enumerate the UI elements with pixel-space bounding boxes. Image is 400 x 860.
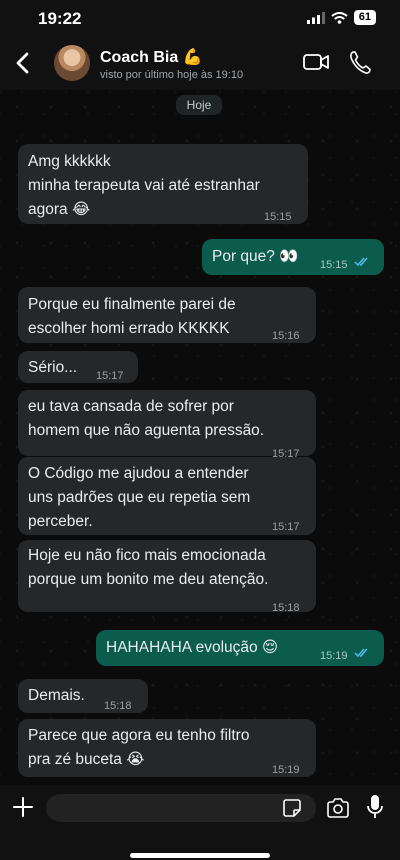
status-icons: 61	[306, 10, 376, 25]
message-timestamp: 15:15	[320, 259, 348, 271]
avatar[interactable]	[54, 45, 90, 81]
incoming-message-bubble[interactable]: eu tava cansada de sofrer por homem que n…	[18, 390, 316, 460]
camera-icon[interactable]	[326, 797, 350, 819]
read-receipt-icon	[354, 648, 368, 658]
message-text: homem que não aguenta pressão.	[28, 422, 265, 439]
battery-indicator: 61	[353, 10, 376, 25]
message-text: Por que? 👀	[212, 248, 299, 265]
message-text: Demais.	[28, 687, 85, 704]
message-timestamp: 15:17	[96, 370, 124, 382]
contact-name[interactable]: Coach Bia 💪	[100, 47, 203, 67]
back-chevron-icon[interactable]	[10, 48, 38, 78]
message-text: eu tava cansada de sofrer por	[28, 398, 234, 415]
read-receipt-icon	[354, 257, 368, 267]
message-text: Amg kkkkkk	[28, 153, 111, 170]
incoming-message-bubble[interactable]: Sério... 15:17	[18, 351, 138, 383]
video-call-icon[interactable]	[302, 50, 330, 74]
status-time: 19:22	[38, 9, 82, 28]
plus-icon[interactable]	[12, 796, 34, 818]
incoming-message-bubble[interactable]: Amg kkkkkk minha terapeuta vai até estran…	[18, 144, 308, 224]
incoming-message-bubble[interactable]: Parece que agora eu tenho filtro pra zé b…	[18, 719, 316, 777]
home-indicator	[130, 853, 270, 858]
incoming-message-bubble[interactable]: Hoje eu não fico mais emocionada porque u…	[18, 540, 316, 614]
message-input[interactable]	[46, 794, 316, 822]
message-text: Sério...	[28, 359, 78, 376]
message-timestamp: 15:17	[272, 521, 300, 533]
date-separator: Hoje	[176, 95, 222, 115]
message-timestamp: 15:19	[320, 650, 348, 662]
chat-header: Coach Bia 💪 visto por último hoje às 19:…	[0, 36, 400, 90]
phone-call-icon[interactable]	[348, 49, 372, 75]
signal-icon	[306, 11, 325, 24]
contact-last-seen: visto por último hoje às 19:10	[100, 69, 244, 81]
message-input-bar	[0, 785, 400, 860]
sticker-icon[interactable]	[282, 798, 302, 818]
message-text: porque um bonito me deu atenção.	[28, 571, 269, 588]
message-text: pra zé buceta 😭	[28, 751, 145, 768]
incoming-message-bubble[interactable]: Porque eu finalmente parei de escolher ho…	[18, 287, 316, 343]
incoming-message-bubble[interactable]: Demais. 15:18	[18, 679, 148, 713]
message-timestamp: 15:19	[272, 764, 300, 776]
message-text: O Código me ajudou a entender	[28, 465, 249, 482]
incoming-message-bubble[interactable]: O Código me ajudou a entender uns padrões…	[18, 457, 316, 535]
outgoing-message-bubble[interactable]: Por que? 👀 15:15	[202, 239, 384, 275]
status-bar: 19:22 61	[0, 0, 400, 36]
message-timestamp: 15:18	[272, 602, 300, 614]
message-timestamp: 15:18	[104, 700, 132, 712]
microphone-icon[interactable]	[366, 794, 384, 820]
outgoing-message-bubble[interactable]: HAHAHAHA evolução 😌 15:19	[96, 630, 384, 666]
message-text: uns padrões que eu repetia sem	[28, 489, 251, 506]
message-text: perceber.	[28, 513, 93, 530]
message-text: escolher homi errado KKKKK	[28, 320, 230, 337]
message-timestamp: 15:16	[272, 330, 300, 342]
message-text: Porque eu finalmente parei de	[28, 296, 236, 313]
message-text: minha terapeuta vai até estranhar	[28, 177, 260, 194]
message-text: Parece que agora eu tenho filtro	[28, 727, 250, 744]
message-text: Hoje eu não fico mais emocionada	[28, 547, 266, 564]
message-timestamp: 15:15	[264, 211, 292, 223]
message-text: agora 😂	[28, 201, 91, 218]
wifi-icon	[331, 11, 348, 24]
message-text: HAHAHAHA evolução 😌	[106, 639, 279, 656]
